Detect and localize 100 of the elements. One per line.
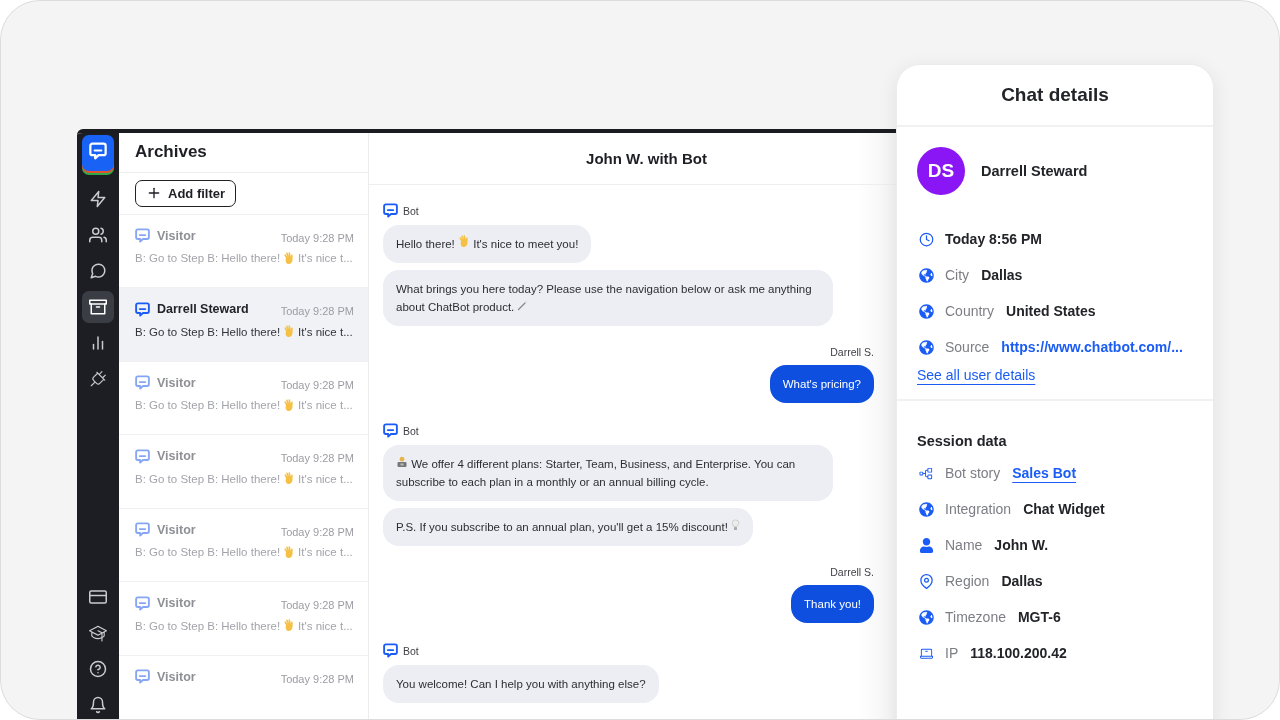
conversation-time: Today 9:28 PM [280, 451, 354, 464]
card-title: Chat details [1001, 84, 1109, 106]
waving-hand-icon [283, 325, 296, 338]
chat-bubble-icon [135, 375, 150, 390]
detail-value: Today 8:56 PM [945, 231, 1042, 247]
lightning-icon [89, 190, 107, 208]
message-preview: It's nice t... [298, 325, 353, 338]
sender-name: Bot [403, 424, 419, 437]
sender-name: Darrell S. [830, 566, 874, 578]
clock-icon [917, 231, 935, 247]
detail-label: Country [945, 303, 995, 319]
person-at-laptop-icon [396, 456, 408, 468]
chat-bubble-icon [135, 522, 150, 537]
detail-value: Dallas [981, 267, 1023, 283]
message-bubble: Thank you! [791, 585, 874, 623]
contact-name: Visitor [157, 596, 197, 610]
map-pin-icon [917, 573, 935, 589]
wand-icon [517, 300, 529, 311]
help-icon [89, 660, 107, 678]
archives-title: Archives [135, 142, 207, 163]
add-filter-button[interactable]: Add filter [135, 179, 237, 207]
plug-icon [89, 370, 107, 388]
contact-name: Visitor [157, 449, 197, 463]
users-icon [89, 226, 107, 244]
message-preview: It's nice t... [298, 252, 353, 264]
waving-hand-icon [283, 251, 296, 265]
waving-hand-icon [458, 235, 470, 248]
message-bubble: You welcome! Can I help you with anything else? [383, 665, 659, 703]
archive-icon [89, 298, 107, 316]
conversation-time: Today 9:28 PM [280, 377, 354, 391]
detail-label: Bot story [945, 465, 1001, 481]
globe-icon [917, 339, 935, 355]
message-preview: It's nice t... [298, 619, 353, 632]
message-bubble: Hello there! It's nice to meet you! [383, 225, 592, 263]
see-all-link[interactable]: See all user details [917, 367, 1036, 383]
contact-name: Visitor [157, 669, 197, 684]
contact-name: Visitor [157, 228, 197, 243]
message-bubble: We offer 4 different plans: Starter, Team, Business, and Enterprise. You can subscribe to each plan in a monthly or an annual billing cycle. [383, 445, 833, 501]
detail-value: Dallas [1001, 573, 1043, 589]
detail-link[interactable]: https://www.chatbot.com/... [1001, 339, 1183, 355]
waving-hand-icon [283, 472, 296, 485]
credit-card-icon [89, 588, 107, 606]
globe-icon [917, 303, 935, 319]
user-name: Darrell Steward [981, 163, 1088, 179]
globe-icon [917, 267, 935, 283]
detail-value: 118.100.200.42 [970, 645, 1067, 661]
waving-hand-icon [283, 619, 296, 632]
globe-icon [917, 501, 935, 517]
detail-link[interactable]: Sales Bot [1012, 465, 1077, 481]
conversation-time: Today 9:28 PM [280, 671, 354, 685]
message-preview: B: Go to Step B: Hello there! [135, 399, 281, 411]
chat-bubble-icon [135, 448, 150, 464]
message-preview: B: Go to Step B: Hello there! [135, 472, 281, 485]
graduation-cap-icon [89, 624, 107, 642]
chat-bubble-icon [135, 301, 150, 317]
bot-icon [383, 423, 398, 438]
message-preview: B: Go to Step B: Hello there! [135, 619, 281, 632]
chat-bubble-icon [135, 595, 150, 611]
conversation-time: Today 9:28 PM [280, 598, 354, 611]
detail-value: John W. [994, 537, 1049, 553]
contact-name: Visitor [157, 522, 197, 537]
conversation-time: Today 9:28 PM [280, 230, 354, 244]
chat-logo-icon [89, 142, 107, 160]
contact-name: Visitor [157, 375, 197, 390]
detail-label: Region [945, 573, 990, 589]
message-preview: B: Go to Step B: Hello there! [135, 325, 281, 338]
hierarchy-icon [917, 465, 935, 481]
message-preview: It's nice t... [298, 472, 353, 485]
chat-title: John W. with Bot [586, 150, 707, 167]
sender-name: Bot [403, 204, 419, 217]
chat-bubble-icon [135, 669, 150, 684]
conversation-item[interactable]: Darrell Steward Today 9:28 PM B: Go to Step B: Hello there! It's nice t... [119, 288, 368, 362]
detail-value: United States [1006, 303, 1096, 319]
detail-value: MGT-6 [1017, 609, 1061, 625]
sender-name: Darrell S. [830, 346, 874, 358]
user-icon [917, 537, 935, 553]
message-bubble: P.S. If you subscribe to an annual plan, you'll get a 15% discount! [383, 508, 754, 546]
globe-icon [917, 609, 935, 625]
message-bubble: What's pricing? [769, 365, 874, 403]
message-preview: It's nice t... [298, 546, 353, 558]
archive-button[interactable] [82, 291, 114, 323]
bot-icon [383, 643, 398, 658]
waving-hand-icon [283, 398, 296, 412]
conversation-time: Today 9:28 PM [280, 524, 354, 538]
bell-icon [89, 696, 107, 714]
detail-label: Timezone [945, 609, 1006, 625]
sender-name: Bot [403, 644, 419, 657]
detail-label: City [945, 267, 970, 283]
message-preview: B: Go to Step B: Hello there! [135, 252, 281, 264]
contact-name: Darrell Steward [157, 302, 250, 316]
avatar: DS [917, 147, 965, 195]
detail-label: IP [945, 645, 959, 661]
message-bubble: What brings you here today? Please use the navigation below or ask me anything about ChatBot product. [383, 270, 833, 326]
section-title: Session data [917, 433, 1008, 449]
bot-icon [383, 203, 398, 218]
conversation-time: Today 9:28 PM [280, 304, 354, 317]
message-preview: B: Go to Step B: Hello there! [135, 546, 281, 558]
light-bulb-icon [731, 519, 741, 531]
detail-label: Integration [945, 501, 1012, 517]
detail-value: Chat Widget [1023, 501, 1105, 517]
